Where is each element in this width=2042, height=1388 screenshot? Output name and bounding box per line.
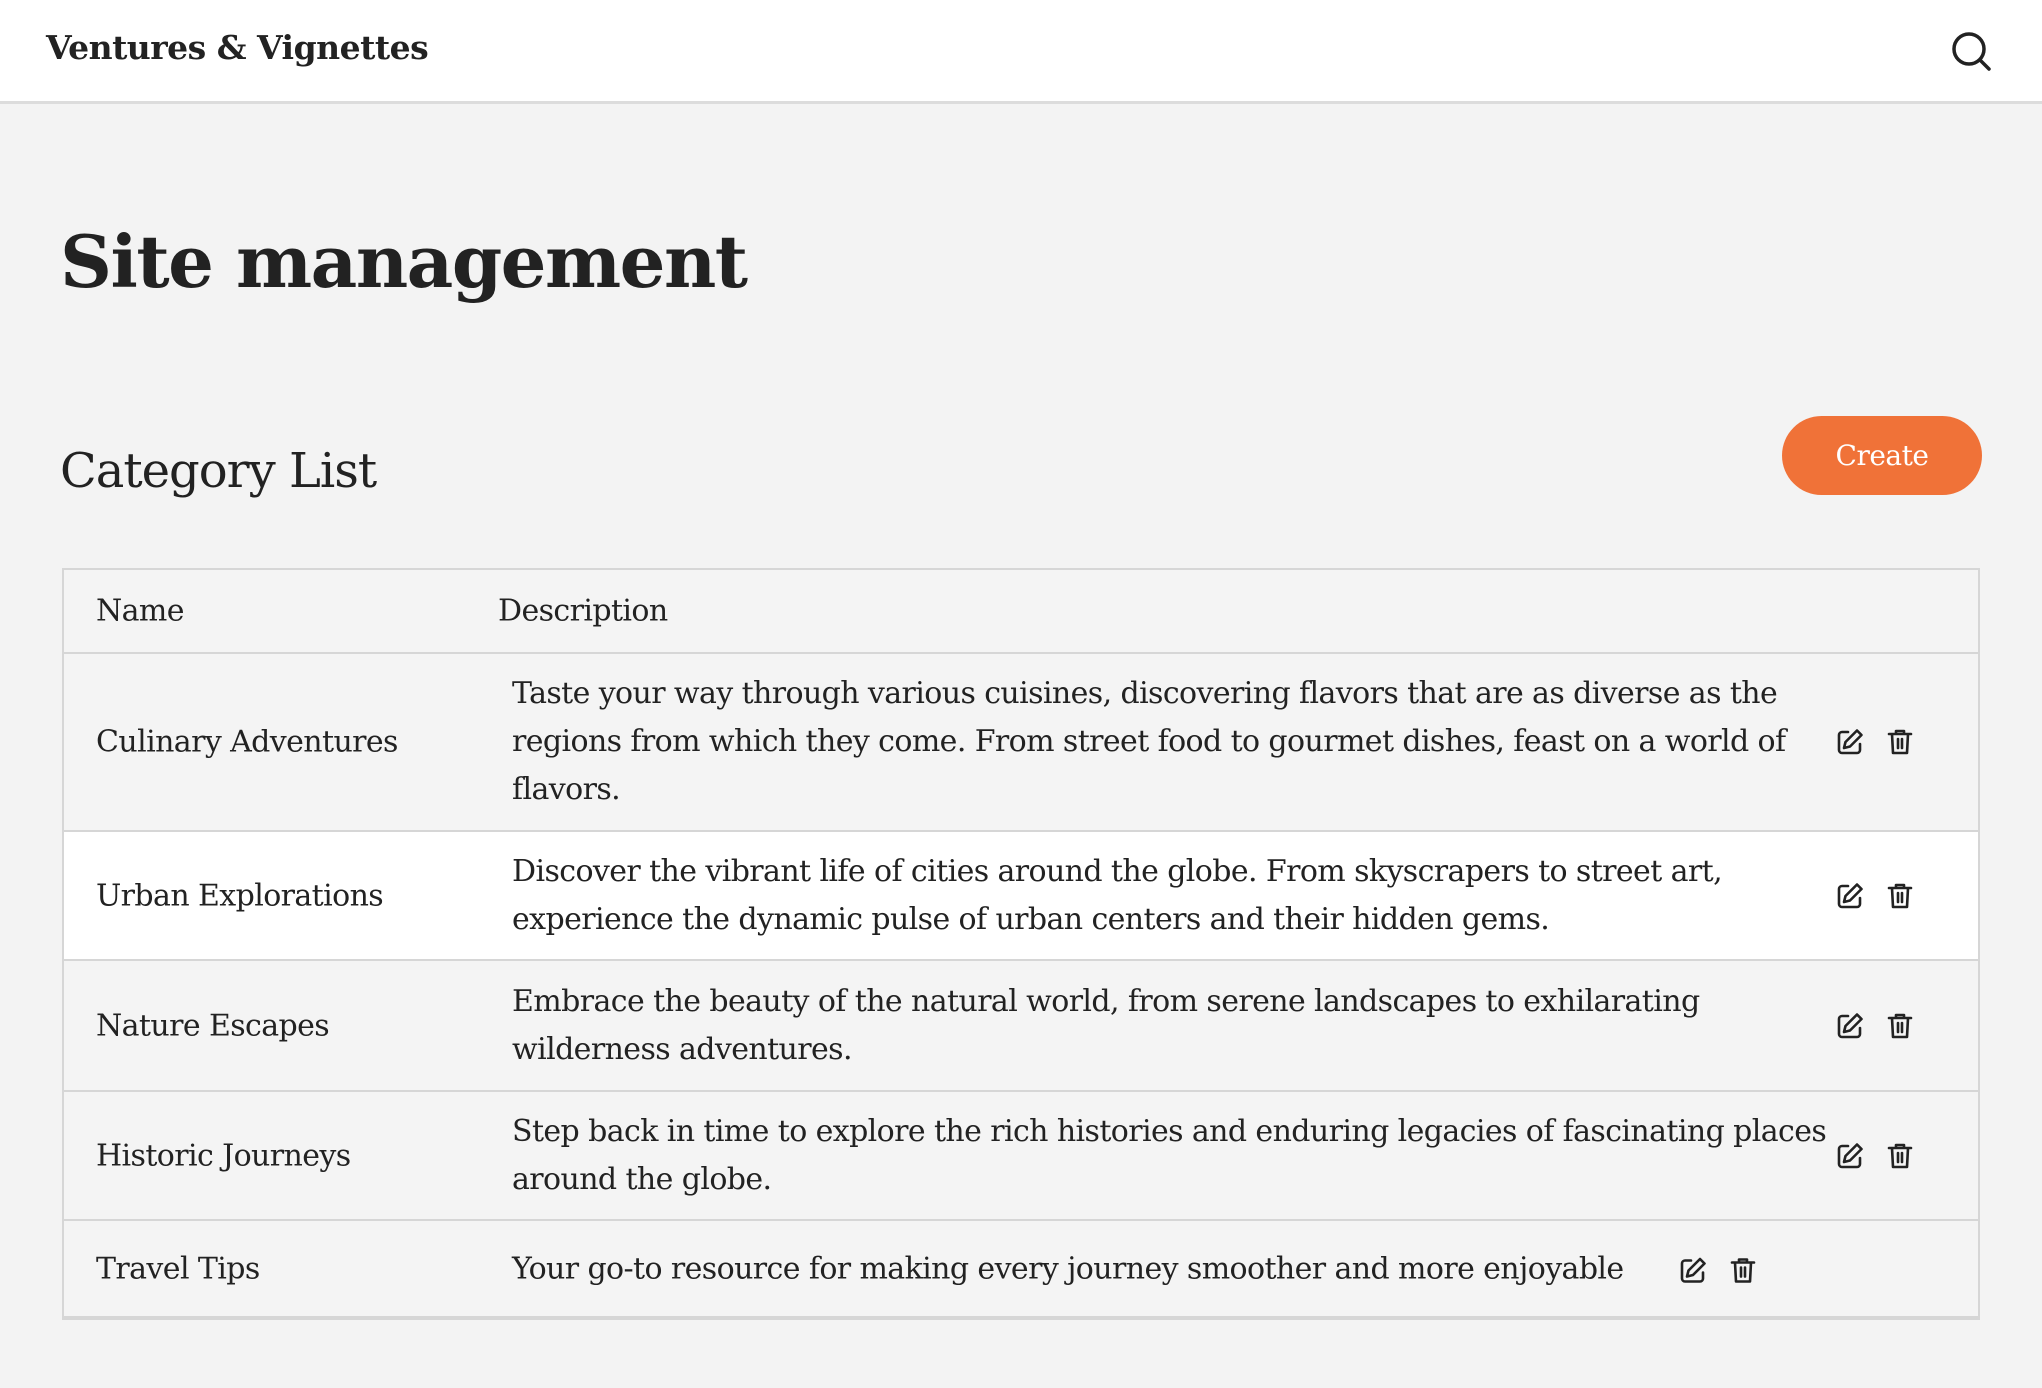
category-description: Step back in time to explore the rich hi… xyxy=(512,1113,1827,1197)
edit-icon xyxy=(1837,1142,1863,1168)
row-actions xyxy=(1677,1254,1759,1286)
table-row: Travel Tips Your go-to resource for maki… xyxy=(64,1219,1978,1316)
category-description: Your go-to resource for making every jou… xyxy=(512,1251,1624,1286)
delete-button[interactable] xyxy=(1884,1010,1916,1042)
row-actions xyxy=(1834,1140,1916,1172)
category-name: Urban Explorations xyxy=(96,878,384,913)
delete-button[interactable] xyxy=(1884,1140,1916,1172)
edit-icon xyxy=(1837,1012,1863,1038)
edit-button[interactable] xyxy=(1834,880,1866,912)
site-brand[interactable]: Ventures & Vignettes xyxy=(46,28,429,67)
category-description: Taste your way through various cuisines,… xyxy=(512,676,1786,807)
edit-button[interactable] xyxy=(1834,1010,1866,1042)
edit-icon xyxy=(1837,729,1863,755)
table-row: Culinary Adventures Taste your way throu… xyxy=(64,652,1978,830)
table-row: Historic Journeys Step back in time to e… xyxy=(64,1090,1978,1219)
category-table: Name Description Culinary Adventures Tas… xyxy=(62,568,1980,1320)
category-name: Historic Journeys xyxy=(96,1138,351,1173)
edit-icon xyxy=(1680,1257,1706,1283)
trash-icon xyxy=(1887,883,1913,908)
edit-icon xyxy=(1837,882,1863,908)
edit-button[interactable] xyxy=(1677,1254,1709,1286)
column-header-name: Name xyxy=(96,593,185,629)
create-button[interactable]: Create xyxy=(1782,416,1982,495)
category-description-wrapper: Your go-to resource for making every jou… xyxy=(512,1251,1759,1286)
row-actions xyxy=(1834,880,1916,912)
category-name: Culinary Adventures xyxy=(96,724,398,760)
category-name: Nature Escapes xyxy=(96,1008,330,1043)
section-title: Category List xyxy=(60,443,377,499)
search-button[interactable] xyxy=(1948,28,1996,76)
column-header-description: Description xyxy=(498,593,668,629)
table-row: Urban Explorations Discover the vibrant … xyxy=(64,830,1978,959)
delete-button[interactable] xyxy=(1884,726,1916,758)
category-name: Travel Tips xyxy=(96,1251,260,1286)
trash-icon xyxy=(1887,729,1913,755)
category-description: Embrace the beauty of the natural world,… xyxy=(512,983,1700,1067)
trash-icon xyxy=(1887,1143,1913,1168)
top-navigation-bar: Ventures & Vignettes xyxy=(0,0,2042,104)
delete-button[interactable] xyxy=(1884,880,1916,912)
trash-icon xyxy=(1730,1257,1755,1283)
delete-button[interactable] xyxy=(1727,1254,1759,1286)
table-row: Nature Escapes Embrace the beauty of the… xyxy=(64,959,1978,1090)
edit-button[interactable] xyxy=(1834,1140,1866,1172)
search-icon xyxy=(1952,32,1991,71)
table-header-row: Name Description xyxy=(64,570,1978,652)
category-description: Discover the vibrant life of cities arou… xyxy=(512,853,1723,937)
page-title: Site management xyxy=(60,219,748,304)
row-actions xyxy=(1834,1010,1916,1042)
edit-button[interactable] xyxy=(1834,726,1866,758)
trash-icon xyxy=(1887,1013,1913,1038)
row-actions xyxy=(1834,726,1916,758)
